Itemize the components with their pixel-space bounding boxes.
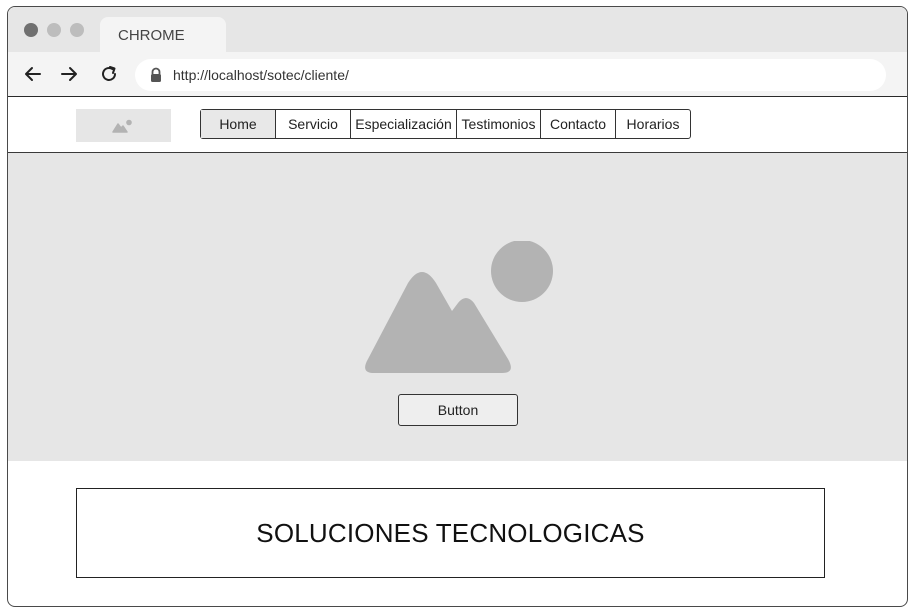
image-placeholder-icon: [365, 241, 553, 373]
window-minimize-dot[interactable]: [47, 23, 61, 37]
hero-banner: Button: [8, 153, 907, 461]
window-close-dot[interactable]: [24, 23, 38, 37]
tab-title: CHROME: [118, 27, 185, 44]
nav-contacto[interactable]: Contacto: [541, 110, 616, 138]
site-header: Home Servicio Especialización Testimonio…: [8, 97, 907, 153]
browser-titlebar: CHROME: [8, 7, 907, 53]
image-placeholder-icon: [112, 119, 132, 133]
nav-especializacion[interactable]: Especialización: [351, 110, 457, 138]
address-bar[interactable]: http://localhost/sotec/cliente/: [135, 59, 886, 91]
window-maximize-dot[interactable]: [70, 23, 84, 37]
reload-icon[interactable]: [99, 64, 119, 84]
browser-toolbar: http://localhost/sotec/cliente/: [8, 52, 907, 97]
nav-servicio[interactable]: Servicio: [276, 110, 351, 138]
logo-placeholder[interactable]: [76, 109, 171, 142]
browser-tab[interactable]: CHROME: [100, 17, 226, 53]
address-url: http://localhost/sotec/cliente/: [173, 67, 349, 83]
main-nav: Home Servicio Especialización Testimonio…: [200, 109, 691, 139]
title-box: SOLUCIONES TECNOLOGICAS: [76, 488, 825, 578]
nav-testimonios[interactable]: Testimonios: [457, 110, 541, 138]
nav-horarios[interactable]: Horarios: [616, 110, 690, 138]
browser-window: CHROME http://localhost/sotec/cliente/ H…: [7, 6, 908, 607]
forward-arrow-icon[interactable]: [59, 64, 79, 84]
page-title: SOLUCIONES TECNOLOGICAS: [256, 517, 645, 548]
hero-button[interactable]: Button: [398, 394, 518, 426]
lock-icon: [149, 67, 163, 83]
nav-home[interactable]: Home: [201, 110, 276, 138]
back-arrow-icon[interactable]: [23, 64, 43, 84]
